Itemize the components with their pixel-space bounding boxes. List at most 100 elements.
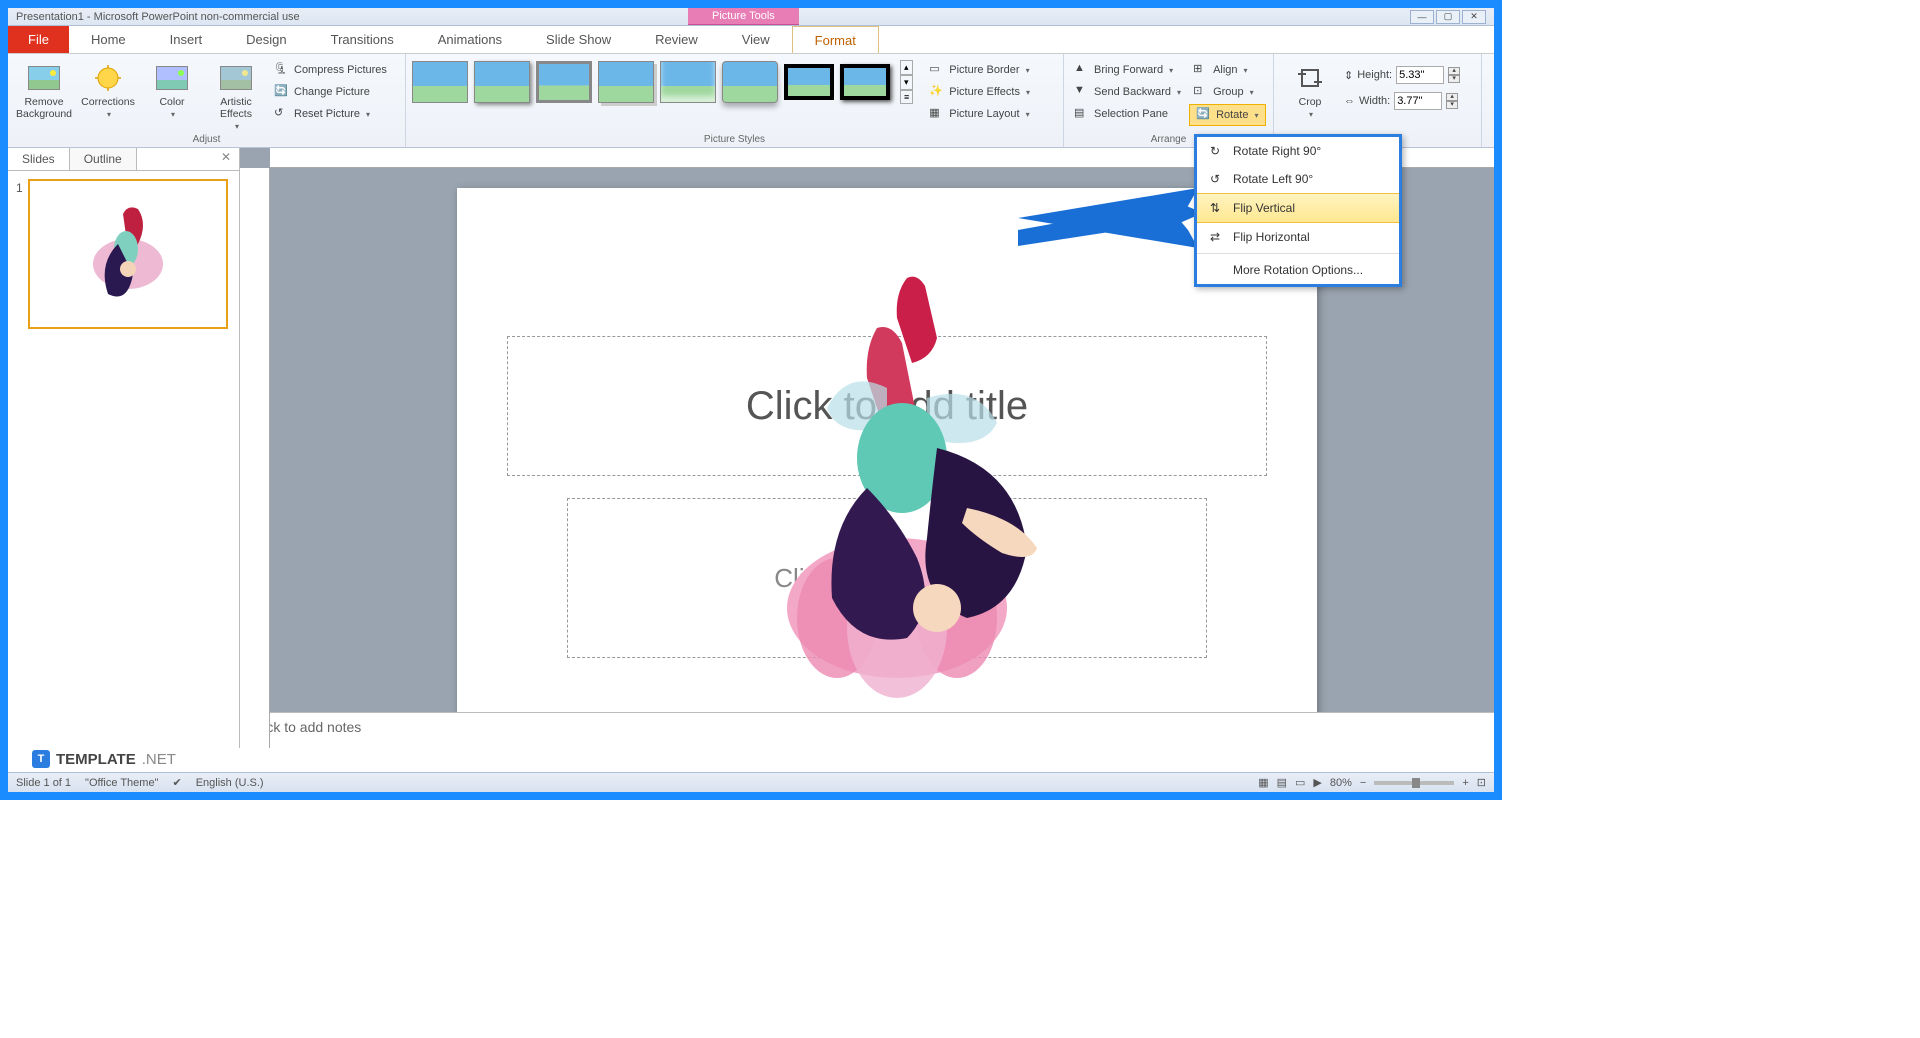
rotate-icon: 🔄 <box>1196 107 1212 123</box>
style-thumb[interactable] <box>412 61 468 103</box>
corrections-button[interactable]: Corrections <box>78 60 138 121</box>
zoom-in-button[interactable]: + <box>1462 777 1468 789</box>
picture-style-gallery[interactable]: ▴ ▾ ≡ <box>412 60 913 104</box>
tab-insert[interactable]: Insert <box>148 26 225 53</box>
zoom-slider[interactable] <box>1374 781 1454 785</box>
status-slide: Slide 1 of 1 <box>16 777 71 789</box>
zoom-value: 80% <box>1330 777 1352 789</box>
rotate-button[interactable]: 🔄Rotate <box>1189 104 1265 126</box>
picture-effects-button[interactable]: ✨Picture Effects <box>925 82 1034 102</box>
rotate-right-item[interactable]: ↻Rotate Right 90° <box>1197 137 1399 165</box>
remove-background-label: Remove Background <box>16 96 72 120</box>
thumbnail-image <box>78 194 178 314</box>
align-button[interactable]: ⊞Align <box>1189 60 1265 80</box>
selection-icon: ▤ <box>1074 106 1090 122</box>
compress-icon: 🗜 <box>274 62 290 78</box>
height-label: Height: <box>1357 69 1392 81</box>
width-icon: ⇔ <box>1344 95 1355 107</box>
crop-button[interactable]: Crop <box>1280 60 1340 121</box>
tab-file[interactable]: File <box>8 26 69 53</box>
tab-review[interactable]: Review <box>633 26 720 53</box>
color-button[interactable]: Color <box>142 60 202 121</box>
height-input[interactable] <box>1396 66 1444 84</box>
annotation-arrow <box>1018 188 1208 248</box>
send-backward-button[interactable]: ▼Send Backward <box>1070 82 1185 102</box>
group-button[interactable]: ⊡Group <box>1189 82 1265 102</box>
change-picture-button[interactable]: 🔄Change Picture <box>270 82 391 102</box>
artistic-effects-button[interactable]: Artistic Effects <box>206 60 266 133</box>
tab-slides[interactable]: Slides <box>8 148 70 170</box>
change-icon: 🔄 <box>274 84 290 100</box>
flip-vertical-icon: ⇅ <box>1207 200 1223 216</box>
status-language[interactable]: English (U.S.) <box>196 777 264 789</box>
flip-vertical-item[interactable]: ⇅Flip Vertical <box>1197 193 1399 223</box>
tab-view[interactable]: View <box>720 26 792 53</box>
picture-border-button[interactable]: ▭Picture Border <box>925 60 1034 80</box>
watermark: T TEMPLATE.NET <box>32 750 176 768</box>
tab-design[interactable]: Design <box>224 26 308 53</box>
fit-button[interactable]: ⊡ <box>1477 776 1486 789</box>
title-text: Presentation1 - Microsoft PowerPoint non… <box>16 11 300 23</box>
maximize-button[interactable]: ▢ <box>1436 10 1460 24</box>
view-sorter-button[interactable]: ▤ <box>1277 776 1287 789</box>
tab-home[interactable]: Home <box>69 26 148 53</box>
width-up[interactable]: ▴ <box>1446 93 1458 101</box>
style-thumb[interactable] <box>474 61 530 103</box>
height-up[interactable]: ▴ <box>1448 67 1460 75</box>
gallery-more[interactable]: ≡ <box>900 90 913 104</box>
more-rotation-item[interactable]: More Rotation Options... <box>1197 256 1399 284</box>
notes-placeholder[interactable]: Click to add notes <box>240 712 1494 748</box>
width-input[interactable] <box>1394 92 1442 110</box>
style-thumb[interactable] <box>598 61 654 103</box>
style-thumb[interactable] <box>660 61 716 103</box>
gallery-down[interactable]: ▾ <box>900 75 913 90</box>
color-label: Color <box>159 96 184 108</box>
tab-format[interactable]: Format <box>792 26 879 53</box>
forward-icon: ▲ <box>1074 62 1090 78</box>
tab-outline[interactable]: Outline <box>70 148 137 170</box>
reset-icon: ↺ <box>274 106 290 122</box>
close-window-button[interactable]: ✕ <box>1462 10 1486 24</box>
rotate-left-item[interactable]: ↺Rotate Left 90° <box>1197 165 1399 193</box>
slides-panel: Slides Outline ✕ 1 <box>8 148 240 748</box>
watermark-logo-icon: T <box>32 750 50 768</box>
style-thumb[interactable] <box>722 61 778 103</box>
context-tab-picture-tools: Picture Tools <box>688 8 799 25</box>
slide-number: 1 <box>16 181 23 195</box>
minimize-button[interactable]: — <box>1410 10 1434 24</box>
style-thumb[interactable] <box>536 61 592 103</box>
compress-pictures-button[interactable]: 🗜Compress Pictures <box>270 60 391 80</box>
tab-slideshow[interactable]: Slide Show <box>524 26 633 53</box>
selection-pane-button[interactable]: ▤Selection Pane <box>1070 104 1185 124</box>
status-spellcheck-icon[interactable]: ✔ <box>172 776 181 789</box>
height-down[interactable]: ▾ <box>1448 75 1460 83</box>
slide-canvas[interactable]: Click to add title Click to add subtitle <box>457 188 1317 712</box>
zoom-out-button[interactable]: − <box>1360 777 1366 789</box>
tab-transitions[interactable]: Transitions <box>309 26 416 53</box>
flip-horizontal-item[interactable]: ⇄Flip Horizontal <box>1197 223 1399 251</box>
style-thumb[interactable] <box>840 64 890 100</box>
view-reading-button[interactable]: ▭ <box>1295 776 1305 789</box>
rotate-dropdown-menu: ↻Rotate Right 90° ↺Rotate Left 90° ⇅Flip… <box>1194 134 1402 287</box>
remove-background-button[interactable]: Remove Background <box>14 60 74 122</box>
bring-forward-button[interactable]: ▲Bring Forward <box>1070 60 1185 80</box>
border-icon: ▭ <box>929 62 945 78</box>
width-label: Width: <box>1359 95 1390 107</box>
view-normal-button[interactable]: ▦ <box>1258 776 1268 789</box>
width-down[interactable]: ▾ <box>1446 101 1458 109</box>
view-slideshow-button[interactable]: ▶ <box>1313 776 1321 789</box>
tab-animations[interactable]: Animations <box>416 26 524 53</box>
crop-label: Crop <box>1299 96 1322 108</box>
backward-icon: ▼ <box>1074 84 1090 100</box>
slide-thumbnail[interactable]: 1 <box>28 179 228 329</box>
inserted-picture[interactable] <box>737 268 1057 712</box>
ribbon-tabs: File Home Insert Design Transitions Anim… <box>8 26 1494 54</box>
corrections-label: Corrections <box>81 96 135 108</box>
gallery-up[interactable]: ▴ <box>900 60 913 75</box>
reset-picture-button[interactable]: ↺Reset Picture <box>270 104 391 124</box>
style-thumb[interactable] <box>784 64 834 100</box>
effects-icon: ✨ <box>929 84 945 100</box>
picture-layout-button[interactable]: ▦Picture Layout <box>925 104 1034 124</box>
flip-horizontal-icon: ⇄ <box>1207 229 1223 245</box>
close-panel-button[interactable]: ✕ <box>213 148 239 170</box>
